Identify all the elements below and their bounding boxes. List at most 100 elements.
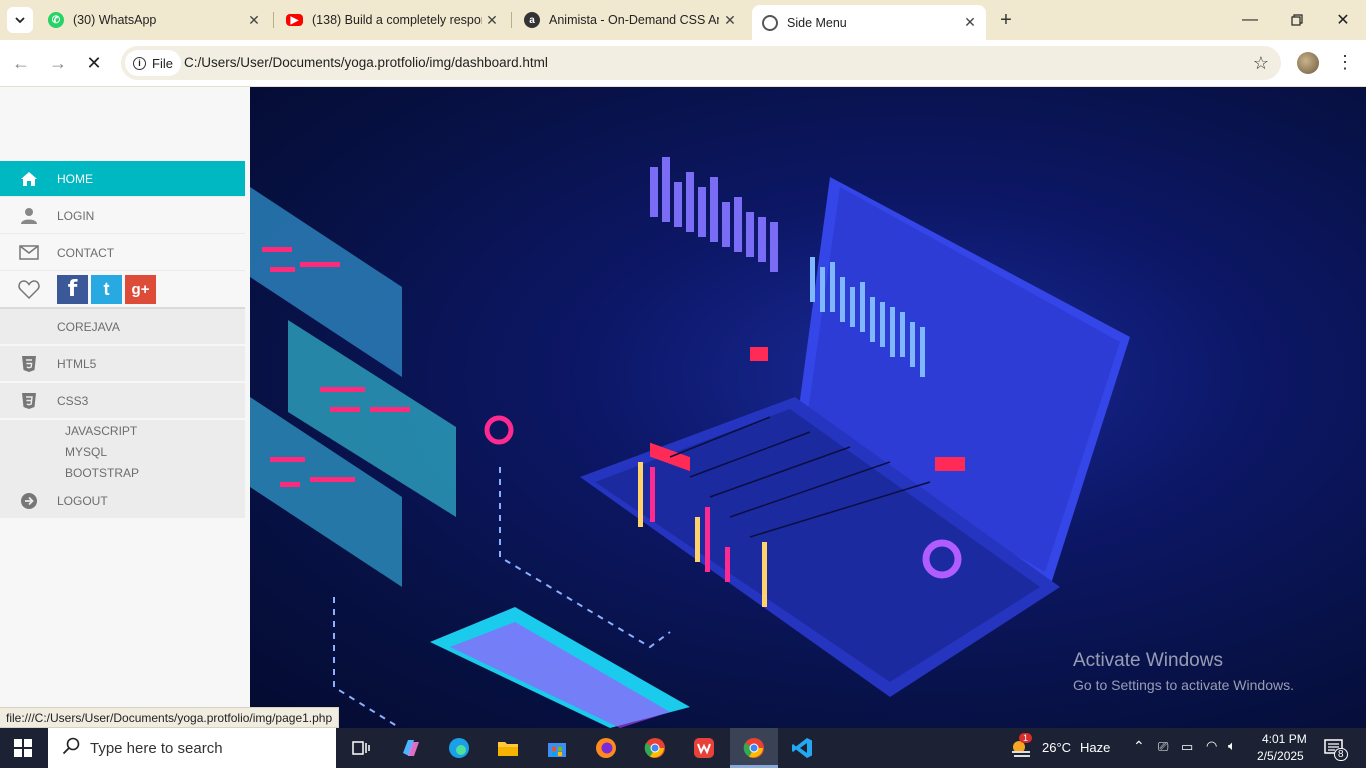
taskbar: Type here to search 1 26°C Haze ⌃ ⎚ ▭ ◠ … bbox=[0, 728, 1366, 768]
close-tab-icon[interactable]: ✕ bbox=[962, 14, 978, 31]
bookmark-star-icon[interactable]: ☆ bbox=[1253, 53, 1269, 74]
file-explorer-icon[interactable] bbox=[496, 736, 520, 760]
firefox-icon[interactable] bbox=[594, 736, 618, 760]
menu-label: COREJAVA bbox=[57, 319, 120, 334]
stop-loading-icon[interactable]: ✕ bbox=[83, 52, 105, 74]
tab-title: (30) WhatsApp bbox=[73, 13, 157, 27]
weather-desc[interactable]: Haze bbox=[1080, 740, 1110, 755]
tab-youtube[interactable]: ▶ (138) Build a completely respon ✕ bbox=[286, 6, 500, 34]
menu-label: CSS3 bbox=[57, 393, 89, 408]
animista-icon: a bbox=[524, 12, 540, 28]
forward-icon[interactable]: → bbox=[47, 52, 69, 74]
envelope-icon bbox=[0, 245, 57, 260]
html5-icon bbox=[0, 355, 57, 373]
wifi-icon[interactable]: ◠ bbox=[1206, 738, 1217, 754]
home-icon bbox=[0, 171, 57, 187]
twitter-icon[interactable]: t bbox=[91, 274, 122, 304]
battery-icon[interactable]: ▭ bbox=[1181, 739, 1193, 755]
youtube-icon: ▶ bbox=[286, 14, 303, 26]
close-window-icon[interactable]: ✕ bbox=[1331, 8, 1355, 32]
store-icon[interactable] bbox=[545, 736, 569, 760]
notification-count: 8 bbox=[1334, 748, 1348, 761]
logout-arrow-icon bbox=[0, 492, 57, 510]
menu-item-html5[interactable]: HTML5 bbox=[0, 346, 245, 382]
link-status-bubble: file:///C:/Users/User/Documents/yoga.pro… bbox=[0, 707, 340, 728]
tab-search-button[interactable] bbox=[7, 7, 33, 33]
url-text[interactable]: C:/Users/User/Documents/yoga.protfolio/i… bbox=[184, 55, 548, 70]
submenu-item-javascript[interactable]: JAVASCRIPT bbox=[0, 420, 245, 441]
chrome-active-icon[interactable] bbox=[742, 736, 766, 760]
meet-now-icon[interactable]: ⎚ bbox=[1158, 739, 1168, 755]
submenu-label: JAVASCRIPT bbox=[65, 423, 138, 438]
vscode-icon[interactable] bbox=[790, 736, 814, 760]
search-placeholder: Type here to search bbox=[90, 739, 223, 757]
chevron-down-icon bbox=[15, 17, 25, 23]
menu-item-css3[interactable]: CSS3 bbox=[0, 383, 245, 419]
tab-separator bbox=[273, 12, 274, 28]
volume-icon[interactable]: 🔈︎ bbox=[1228, 738, 1236, 754]
watermark-title: Activate Windows bbox=[1073, 650, 1223, 671]
restore-icon[interactable] bbox=[1285, 8, 1309, 32]
status-url: file:///C:/Users/User/Documents/yoga.pro… bbox=[6, 710, 333, 725]
toolbar: ← → ✕ i File C:/Users/User/Documents/yog… bbox=[0, 40, 1366, 87]
menu-item-corejava[interactable]: COREJAVA bbox=[0, 309, 245, 345]
close-tab-icon[interactable]: ✕ bbox=[722, 12, 738, 28]
close-tab-icon[interactable]: ✕ bbox=[484, 12, 500, 28]
submenu-label: MYSQL bbox=[65, 444, 108, 459]
chevron-up-icon[interactable]: ⌃ bbox=[1133, 738, 1145, 755]
page-content: HOME LOGIN CONTACT f t g+ COREJAVA HTML5… bbox=[0, 87, 1366, 728]
task-view-icon[interactable] bbox=[348, 736, 372, 760]
search-icon bbox=[62, 737, 80, 759]
activation-watermark: Activate Windows Go to Settings to activ… bbox=[1073, 650, 1294, 693]
menu-label: HOME bbox=[57, 171, 93, 186]
tab-side-menu[interactable]: Side Menu ✕ bbox=[752, 5, 986, 40]
windows-start-icon[interactable] bbox=[14, 739, 32, 762]
menu-label: HTML5 bbox=[57, 356, 97, 371]
tab-whatsapp[interactable]: ✆ (30) WhatsApp ✕ bbox=[48, 6, 262, 34]
address-bar[interactable]: i File C:/Users/User/Documents/yoga.prot… bbox=[121, 46, 1281, 80]
weather-temp[interactable]: 26°C bbox=[1042, 740, 1071, 755]
close-tab-icon[interactable]: ✕ bbox=[246, 12, 262, 28]
weather-badge: 1 bbox=[1019, 733, 1033, 743]
clock-date[interactable]: 2/5/2025 bbox=[1257, 749, 1304, 763]
new-tab-icon[interactable]: + bbox=[996, 9, 1016, 31]
heart-icon[interactable] bbox=[0, 279, 57, 299]
tab-title: Side Menu bbox=[787, 15, 847, 30]
menu-item-contact[interactable]: CONTACT bbox=[0, 235, 245, 271]
watermark-subtitle: Go to Settings to activate Windows. bbox=[1073, 677, 1294, 693]
menu-item-home[interactable]: HOME bbox=[0, 161, 245, 197]
isometric-laptop-illustration bbox=[250, 157, 1130, 728]
tab-separator bbox=[511, 12, 512, 28]
tab-title: (138) Build a completely respon bbox=[312, 13, 482, 27]
chip-label: File bbox=[152, 55, 173, 71]
menu-kebab-icon[interactable]: ⋮ bbox=[1336, 52, 1354, 73]
tab-title: Animista - On-Demand CSS An bbox=[549, 13, 719, 27]
info-icon: i bbox=[133, 56, 146, 70]
profile-avatar[interactable] bbox=[1297, 52, 1319, 74]
wps-office-icon[interactable] bbox=[692, 736, 716, 760]
site-info-chip[interactable]: i File bbox=[125, 50, 181, 76]
submenu-item-mysql[interactable]: MYSQL bbox=[0, 441, 245, 462]
facebook-icon[interactable]: f bbox=[57, 274, 88, 304]
hero-illustration: Activate Windows Go to Settings to activ… bbox=[250, 87, 1366, 728]
copilot-icon[interactable] bbox=[398, 736, 422, 760]
menu-label: CONTACT bbox=[57, 245, 115, 260]
social-row: f t g+ bbox=[0, 271, 245, 309]
google-plus-icon[interactable]: g+ bbox=[125, 274, 156, 304]
clock-time[interactable]: 4:01 PM bbox=[1262, 732, 1307, 746]
taskbar-search-box[interactable]: Type here to search bbox=[48, 728, 336, 768]
tab-animista[interactable]: a Animista - On-Demand CSS An ✕ bbox=[524, 6, 738, 34]
menu-label: LOGIN bbox=[57, 208, 95, 223]
page-icon bbox=[762, 14, 778, 31]
edge-icon[interactable] bbox=[447, 736, 471, 760]
chrome-icon[interactable] bbox=[643, 736, 667, 760]
menu-item-login[interactable]: LOGIN bbox=[0, 198, 245, 234]
menu-item-logout[interactable]: LOGOUT bbox=[0, 483, 245, 519]
minimize-icon[interactable]: — bbox=[1238, 8, 1262, 32]
tab-strip: ✆ (30) WhatsApp ✕ ▶ (138) Build a comple… bbox=[0, 0, 1366, 40]
user-icon bbox=[0, 207, 57, 225]
submenu-item-bootstrap[interactable]: BOOTSTRAP bbox=[0, 462, 245, 483]
back-icon[interactable]: ← bbox=[10, 52, 32, 74]
submenu-label: BOOTSTRAP bbox=[65, 465, 140, 480]
side-menu: HOME LOGIN CONTACT f t g+ COREJAVA HTML5… bbox=[0, 87, 250, 728]
